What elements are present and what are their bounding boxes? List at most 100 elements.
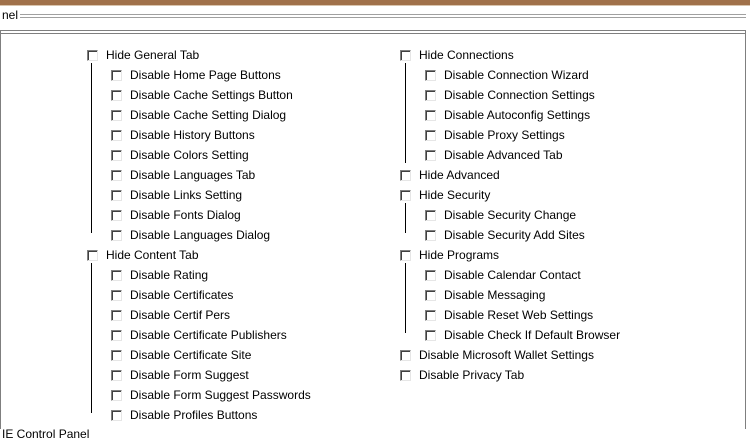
checkbox-box[interactable] xyxy=(400,349,411,361)
checkbox-box[interactable] xyxy=(425,149,436,161)
checkbox-label: Disable Colors Setting xyxy=(130,148,249,162)
disable-check-if-default-browser-checkbox[interactable]: Disable Check If Default Browser xyxy=(425,326,620,344)
disable-security-change-checkbox[interactable]: Disable Security Change xyxy=(425,206,576,224)
checkbox-box[interactable] xyxy=(111,269,122,281)
checkbox-label: Disable Certif Pers xyxy=(130,308,231,322)
disable-form-suggest-passwords-checkbox[interactable]: Disable Form Suggest Passwords xyxy=(111,386,311,404)
checkbox-box[interactable] xyxy=(111,129,122,141)
disable-colors-setting-checkbox[interactable]: Disable Colors Setting xyxy=(111,146,249,164)
checkbox-box[interactable] xyxy=(111,369,122,381)
checkbox-box[interactable] xyxy=(425,229,436,241)
checkbox-box[interactable] xyxy=(425,289,436,301)
disable-security-add-sites-checkbox[interactable]: Disable Security Add Sites xyxy=(425,226,585,244)
tree-line-programs xyxy=(405,263,406,333)
panel-footer-label: IE Control Panel xyxy=(2,427,90,441)
hide-content-tab-checkbox[interactable]: Hide Content Tab xyxy=(87,246,199,264)
disable-certificate-publishers-checkbox[interactable]: Disable Certificate Publishers xyxy=(111,326,287,344)
checkbox-box[interactable] xyxy=(111,349,122,361)
checkbox-box[interactable] xyxy=(87,49,98,61)
disable-connection-wizard-checkbox[interactable]: Disable Connection Wizard xyxy=(425,66,589,84)
checkbox-box[interactable] xyxy=(111,169,122,181)
checkbox-box[interactable] xyxy=(111,229,122,241)
disable-calendar-contact-checkbox[interactable]: Disable Calendar Contact xyxy=(425,266,581,284)
hide-connections-checkbox[interactable]: Hide Connections xyxy=(400,46,514,64)
checkbox-label: Disable Form Suggest Passwords xyxy=(130,388,311,402)
checkbox-label: Disable Security Add Sites xyxy=(444,228,585,242)
panel-group-header: nel xyxy=(0,8,750,24)
disable-history-buttons-checkbox[interactable]: Disable History Buttons xyxy=(111,126,255,144)
tree-line-connections xyxy=(405,63,406,163)
checkbox-box[interactable] xyxy=(425,309,436,321)
disable-languages-tab-checkbox[interactable]: Disable Languages Tab xyxy=(111,166,255,184)
disable-reset-web-settings-checkbox[interactable]: Disable Reset Web Settings xyxy=(425,306,593,324)
checkbox-box[interactable] xyxy=(111,149,122,161)
checkbox-box[interactable] xyxy=(400,189,411,201)
checkbox-box[interactable] xyxy=(400,369,411,381)
checkbox-label: Disable Certificate Publishers xyxy=(130,328,287,342)
checkbox-box[interactable] xyxy=(425,109,436,121)
checkbox-label: Disable Check If Default Browser xyxy=(444,328,621,342)
tree-line-content xyxy=(91,263,92,413)
disable-home-page-buttons-checkbox[interactable]: Disable Home Page Buttons xyxy=(111,66,281,84)
tree-line-general xyxy=(91,63,92,233)
checkbox-label: Disable Microsoft Wallet Settings xyxy=(419,348,594,362)
checkbox-label: Hide Connections xyxy=(419,48,514,62)
disable-proxy-settings-checkbox[interactable]: Disable Proxy Settings xyxy=(425,126,565,144)
disable-connection-settings-checkbox[interactable]: Disable Connection Settings xyxy=(425,86,595,104)
checkbox-box[interactable] xyxy=(111,69,122,81)
checkbox-label: Disable Cache Setting Dialog xyxy=(130,108,287,122)
checkbox-box[interactable] xyxy=(400,249,411,261)
disable-microsoft-wallet-settings-checkbox[interactable]: Disable Microsoft Wallet Settings xyxy=(400,346,594,364)
checkbox-label: Disable Form Suggest xyxy=(130,368,249,382)
checkbox-box[interactable] xyxy=(400,49,411,61)
disable-certificates-checkbox[interactable]: Disable Certificates xyxy=(111,286,233,304)
hide-security-checkbox[interactable]: Hide Security xyxy=(400,186,490,204)
checkbox-label: Disable Fonts Dialog xyxy=(130,208,241,222)
checkbox-box[interactable] xyxy=(111,89,122,101)
checkbox-box[interactable] xyxy=(425,89,436,101)
hide-programs-checkbox[interactable]: Hide Programs xyxy=(400,246,499,264)
disable-form-suggest-checkbox[interactable]: Disable Form Suggest xyxy=(111,366,249,384)
hide-general-tab-checkbox[interactable]: Hide General Tab xyxy=(87,46,199,64)
disable-links-setting-checkbox[interactable]: Disable Links Setting xyxy=(111,186,242,204)
checkbox-box[interactable] xyxy=(111,189,122,201)
checkbox-label: Disable Proxy Settings xyxy=(444,128,565,142)
checkbox-box[interactable] xyxy=(425,329,436,341)
checkbox-label: Hide General Tab xyxy=(106,48,200,62)
checkbox-box[interactable] xyxy=(111,409,122,421)
checkbox-box[interactable] xyxy=(111,389,122,401)
checkbox-label: Disable Autoconfig Settings xyxy=(444,108,591,122)
disable-profiles-buttons-checkbox[interactable]: Disable Profiles Buttons xyxy=(111,406,257,424)
checkbox-box[interactable] xyxy=(111,109,122,121)
disable-messaging-checkbox[interactable]: Disable Messaging xyxy=(425,286,545,304)
disable-rating-checkbox[interactable]: Disable Rating xyxy=(111,266,208,284)
disable-advanced-tab-checkbox[interactable]: Disable Advanced Tab xyxy=(425,146,563,164)
disable-certificate-site-checkbox[interactable]: Disable Certificate Site xyxy=(111,346,251,364)
disable-certif-pers-checkbox[interactable]: Disable Certif Pers xyxy=(111,306,230,324)
disable-cache-settings-button-checkbox[interactable]: Disable Cache Settings Button xyxy=(111,86,293,104)
disable-languages-dialog-checkbox[interactable]: Disable Languages Dialog xyxy=(111,226,270,244)
disable-cache-setting-dialog-checkbox[interactable]: Disable Cache Setting Dialog xyxy=(111,106,286,124)
checkbox-box[interactable] xyxy=(111,309,122,321)
checkbox-box[interactable] xyxy=(425,209,436,221)
checkbox-box[interactable] xyxy=(425,69,436,81)
checkbox-label: Disable Security Change xyxy=(444,208,577,222)
checkbox-box[interactable] xyxy=(111,289,122,301)
checkbox-box[interactable] xyxy=(400,169,411,181)
checkbox-box[interactable] xyxy=(111,329,122,341)
disable-fonts-dialog-checkbox[interactable]: Disable Fonts Dialog xyxy=(111,206,241,224)
hide-advanced-checkbox[interactable]: Hide Advanced xyxy=(400,166,500,184)
disable-autoconfig-settings-checkbox[interactable]: Disable Autoconfig Settings xyxy=(425,106,590,124)
checkbox-box[interactable] xyxy=(425,129,436,141)
disable-privacy-tab-checkbox[interactable]: Disable Privacy Tab xyxy=(400,366,524,384)
window-top-border-highlight xyxy=(0,5,750,6)
checkbox-label: Disable Home Page Buttons xyxy=(130,68,281,82)
checkbox-box[interactable] xyxy=(111,209,122,221)
header-rule xyxy=(20,14,746,16)
checkbox-label: Disable Reset Web Settings xyxy=(444,308,594,322)
checkbox-label: Disable Connection Wizard xyxy=(444,68,589,82)
checkbox-box[interactable] xyxy=(87,249,98,261)
checkbox-label: Disable Certificate Site xyxy=(130,348,252,362)
frame-inner-line xyxy=(1,33,745,34)
checkbox-box[interactable] xyxy=(425,269,436,281)
